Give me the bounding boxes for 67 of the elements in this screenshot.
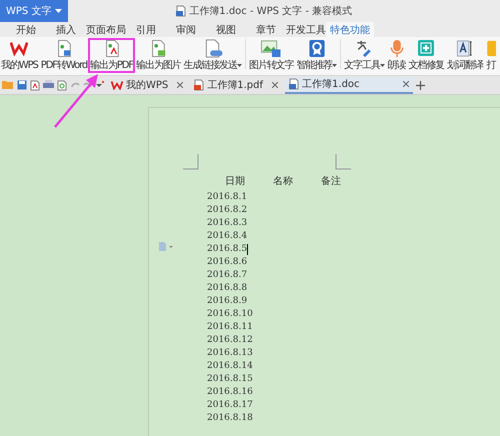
ribbon-button[interactable]: 朗读 bbox=[386, 39, 407, 72]
doc-file-icon bbox=[289, 78, 300, 90]
menu-tab[interactable]: 页面布局 bbox=[86, 22, 126, 37]
date-text: 2016.8.2 bbox=[207, 204, 248, 217]
document-tab[interactable]: 工作簿1.pdf bbox=[190, 76, 282, 94]
menu-tab[interactable]: 特色功能 bbox=[326, 22, 374, 37]
ribbon-button[interactable]: 文档修复 bbox=[408, 39, 446, 72]
letter-cursor-icon bbox=[456, 39, 474, 58]
save-icon[interactable] bbox=[17, 80, 27, 90]
pdf-file-icon bbox=[194, 79, 204, 91]
date-text: 2016.8.4 bbox=[207, 230, 248, 243]
customize-caret-icon[interactable] bbox=[96, 81, 104, 89]
wps-logo-icon bbox=[111, 80, 123, 90]
ribbon-button[interactable]: 生成链接发送 bbox=[182, 39, 243, 72]
doc-file-icon bbox=[176, 5, 186, 17]
redo-icon[interactable] bbox=[83, 81, 93, 89]
ribbon-button[interactable]: 划词翻译 bbox=[446, 39, 484, 72]
column-heading: 日期 bbox=[225, 174, 245, 188]
ribbon-button[interactable]: 输出为PDF bbox=[89, 39, 134, 72]
ribbon-button[interactable]: 智能推荐 bbox=[296, 39, 338, 72]
date-text: 2016.8.16 bbox=[207, 386, 253, 399]
print-preview-icon[interactable] bbox=[57, 80, 67, 90]
window-title: 工作簿1.doc - WPS 文字 - 兼容模式 bbox=[189, 4, 352, 18]
margin-corner-mark bbox=[183, 154, 199, 170]
ribbon-button[interactable]: 我的WPS bbox=[0, 39, 39, 72]
date-text: 2016.8.5 bbox=[207, 243, 248, 256]
document-tab[interactable]: 工作簿1.doc bbox=[285, 76, 414, 94]
menu-tab[interactable]: 插入 bbox=[46, 22, 86, 37]
column-heading: 名称 bbox=[273, 175, 293, 188]
date-text: 2016.8.6 bbox=[207, 256, 248, 269]
document-tab[interactable]: 我的WPS bbox=[107, 76, 188, 94]
date-text: 2016.8.17 bbox=[207, 399, 253, 412]
date-text: 2016.8.10 bbox=[207, 308, 253, 321]
caret-icon bbox=[55, 9, 62, 13]
column-heading: 备注 bbox=[321, 174, 341, 188]
menu-tab[interactable]: 章节 bbox=[246, 22, 286, 37]
date-text: 2016.8.13 bbox=[207, 347, 253, 360]
paste-options-icon[interactable] bbox=[159, 242, 173, 251]
menu-tab[interactable]: 开始 bbox=[6, 22, 46, 37]
date-text: 2016.8.14 bbox=[207, 360, 253, 373]
date-text: 2016.8.12 bbox=[207, 334, 253, 347]
date-text: 2016.8.9 bbox=[207, 295, 248, 308]
menu-tab[interactable]: 视图 bbox=[206, 22, 246, 37]
date-text: 2016.8.7 bbox=[207, 269, 248, 282]
date-text: 2016.8.3 bbox=[207, 217, 248, 230]
close-icon[interactable] bbox=[272, 82, 278, 88]
add-tab-icon[interactable] bbox=[416, 80, 426, 90]
date-text: 2016.8.8 bbox=[207, 282, 248, 295]
picture-text-icon bbox=[260, 39, 282, 58]
ribbon-button[interactable]: PDF转Word bbox=[40, 39, 88, 72]
close-icon[interactable] bbox=[177, 82, 184, 88]
pdf-export-icon[interactable] bbox=[30, 80, 40, 90]
date-text: 2016.8.18 bbox=[207, 412, 253, 425]
close-icon[interactable] bbox=[403, 81, 410, 87]
menu-tab[interactable]: 开发工具 bbox=[286, 22, 326, 37]
menu-tab[interactable]: 审阅 bbox=[166, 22, 206, 37]
date-text: 2016.8.11 bbox=[207, 321, 253, 334]
margin-corner-mark bbox=[335, 154, 351, 170]
ribbon-button[interactable]: 文字工具 bbox=[343, 39, 386, 72]
date-text: 2016.8.15 bbox=[207, 373, 253, 386]
ribbon-button[interactable]: 输出为图片 bbox=[135, 39, 182, 72]
ribbon-button[interactable]: 图片转文字 bbox=[248, 39, 294, 72]
app-menu-button[interactable]: WPS 文字 bbox=[0, 0, 68, 22]
microphone-icon bbox=[388, 39, 405, 58]
ribbon-button[interactable]: 打 bbox=[484, 39, 497, 72]
date-text: 2016.8.1 bbox=[207, 191, 248, 204]
menu-tab[interactable]: 引用 bbox=[126, 22, 166, 37]
